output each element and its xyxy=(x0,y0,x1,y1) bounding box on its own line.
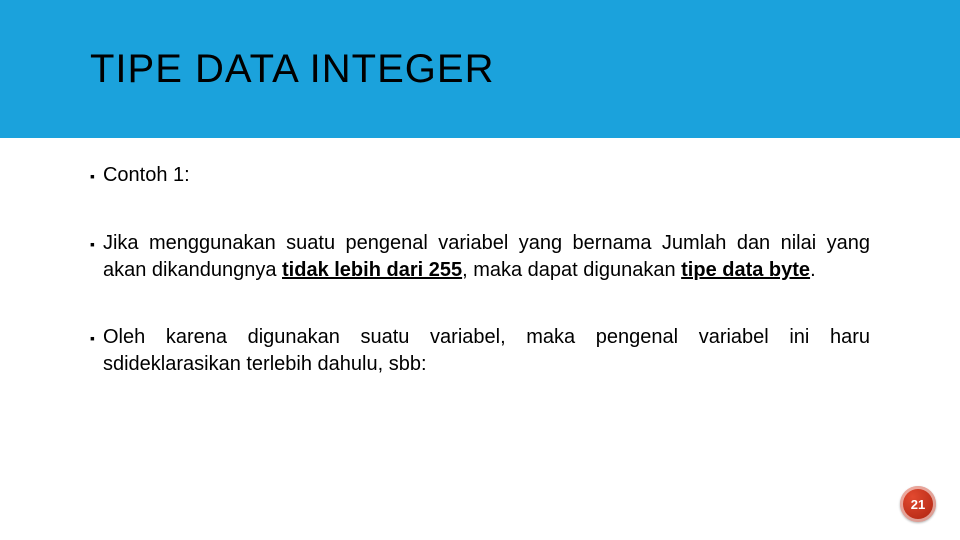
text-segment: Oleh karena digunakan suatu variabel, ma… xyxy=(103,326,870,375)
text-segment: . xyxy=(810,259,816,281)
bullet-text: Contoh 1: xyxy=(103,162,870,190)
text-segment: Contoh 1: xyxy=(103,164,190,186)
page-number-badge: 21 xyxy=(900,486,936,522)
slide-title: TIPE DATA INTEGER xyxy=(90,47,494,92)
bullet-marker-icon: ▪ xyxy=(90,230,95,284)
bullet-text: Jika menggunakan suatu pengenal variabel… xyxy=(103,230,870,284)
title-bar: TIPE DATA INTEGER xyxy=(0,0,960,138)
bullet-item: ▪ Jika menggunakan suatu pengenal variab… xyxy=(90,230,870,284)
text-segment: tipe data byte xyxy=(681,259,810,281)
text-segment: tidak lebih dari 255 xyxy=(282,259,462,281)
page-number: 21 xyxy=(911,497,925,512)
slide-content: ▪ Contoh 1: ▪ Jika menggunakan suatu pen… xyxy=(0,138,960,378)
bullet-item: ▪ Contoh 1: xyxy=(90,162,870,190)
bullet-text: Oleh karena digunakan suatu variabel, ma… xyxy=(103,324,870,378)
bullet-marker-icon: ▪ xyxy=(90,162,95,190)
bullet-item: ▪ Oleh karena digunakan suatu variabel, … xyxy=(90,324,870,378)
text-segment: , maka dapat digunakan xyxy=(462,259,681,281)
bullet-marker-icon: ▪ xyxy=(90,324,95,378)
